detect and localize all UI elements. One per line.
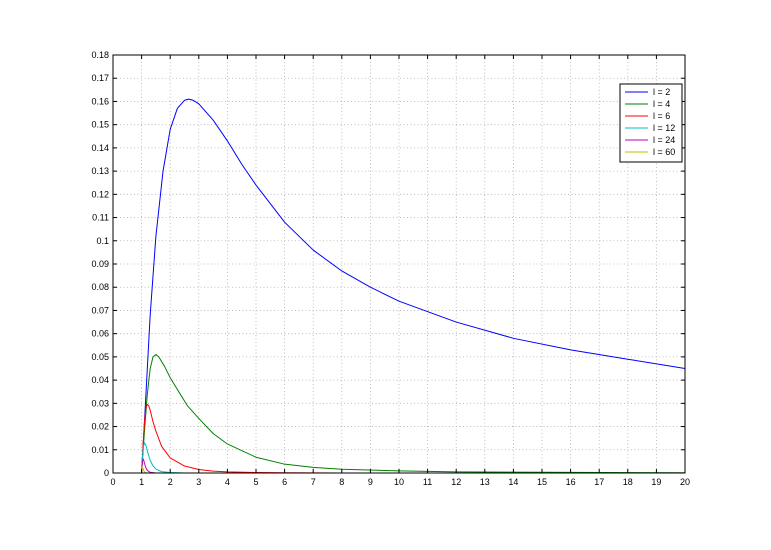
y-tick-label: 0.04 bbox=[91, 375, 109, 385]
legend-label-4: l = 12 bbox=[653, 123, 675, 133]
x-tick-label: 12 bbox=[451, 477, 461, 487]
x-tick-label: 19 bbox=[651, 477, 661, 487]
x-tick-label: 17 bbox=[594, 477, 604, 487]
series-line-2 bbox=[141, 354, 686, 474]
x-tick-label: 1 bbox=[139, 477, 144, 487]
y-tick-label: 0.06 bbox=[91, 329, 109, 339]
x-tick-label: 10 bbox=[394, 477, 404, 487]
x-tick-label: 15 bbox=[537, 477, 547, 487]
x-tick-label: 11 bbox=[423, 477, 432, 487]
y-tick-label: 0 bbox=[104, 468, 109, 478]
series-line-1 bbox=[141, 98, 686, 474]
x-tick-label: 5 bbox=[253, 477, 258, 487]
legend: l = 2 l = 4 l = 6 l = 12 l = 24 l = 60 bbox=[619, 83, 683, 163]
grid bbox=[113, 55, 685, 473]
legend-label-6: l = 60 bbox=[653, 147, 675, 157]
x-tick-label: 8 bbox=[339, 477, 344, 487]
y-tick-label: 0.07 bbox=[91, 305, 109, 315]
y-tick-label: 0.09 bbox=[91, 259, 109, 269]
y-tick-label: 0.02 bbox=[91, 422, 109, 432]
x-tick-label: 16 bbox=[566, 477, 576, 487]
series-lines bbox=[141, 98, 686, 474]
y-tick-label: 0.16 bbox=[91, 96, 109, 106]
plot-frame bbox=[112, 54, 686, 474]
chart-container: 0 1 2 3 4 5 6 7 8 9 10 11 12 13 14 15 16 17 18 19 20 0 0.01 0.0… bbox=[0, 0, 771, 545]
x-tick-label: 2 bbox=[168, 477, 173, 487]
x-tick-label: 18 bbox=[623, 477, 633, 487]
x-tick-label: 0 bbox=[110, 477, 115, 487]
x-tick-label: 9 bbox=[368, 477, 373, 487]
axes: 0 1 2 3 4 5 6 7 8 9 10 11 12 13 14 15 16 17 18 19 2000.010.0… bbox=[91, 50, 690, 487]
y-tick-label: 0.01 bbox=[91, 445, 109, 455]
y-tick-label: 0.11 bbox=[92, 213, 109, 223]
x-tick-label: 7 bbox=[311, 477, 316, 487]
y-tick-label: 0.17 bbox=[91, 73, 109, 83]
legend-label-3: l = 6 bbox=[653, 111, 670, 121]
y-tick-label: 0.12 bbox=[91, 189, 109, 199]
y-tick-label: 0.13 bbox=[91, 166, 109, 176]
x-tick-label: 14 bbox=[508, 477, 518, 487]
x-tick-label: 4 bbox=[225, 477, 230, 487]
x-tick-label: 13 bbox=[480, 477, 490, 487]
y-tick-label: 0.18 bbox=[91, 50, 109, 60]
y-tick-label: 0.03 bbox=[91, 398, 109, 408]
legend-label-5: l = 24 bbox=[653, 135, 675, 145]
y-tick-label: 0.15 bbox=[91, 120, 109, 130]
legend-label-1: l = 2 bbox=[653, 87, 670, 97]
line-chart: 0 1 2 3 4 5 6 7 8 9 10 11 12 13 14 15 16 17 18 19 2000.010.0… bbox=[91, 50, 690, 487]
y-tick-label: 0.1 bbox=[96, 236, 109, 246]
series-line-4 bbox=[141, 442, 685, 474]
x-tick-label: 20 bbox=[680, 477, 690, 487]
series-line-3 bbox=[141, 403, 685, 474]
legend-label-2: l = 4 bbox=[653, 99, 670, 109]
y-tick-label: 0.14 bbox=[91, 143, 109, 153]
y-tick-label: 0.08 bbox=[91, 282, 109, 292]
x-tick-label: 6 bbox=[282, 477, 287, 487]
y-tick-label: 0.05 bbox=[91, 352, 109, 362]
x-tick-label: 3 bbox=[196, 477, 201, 487]
